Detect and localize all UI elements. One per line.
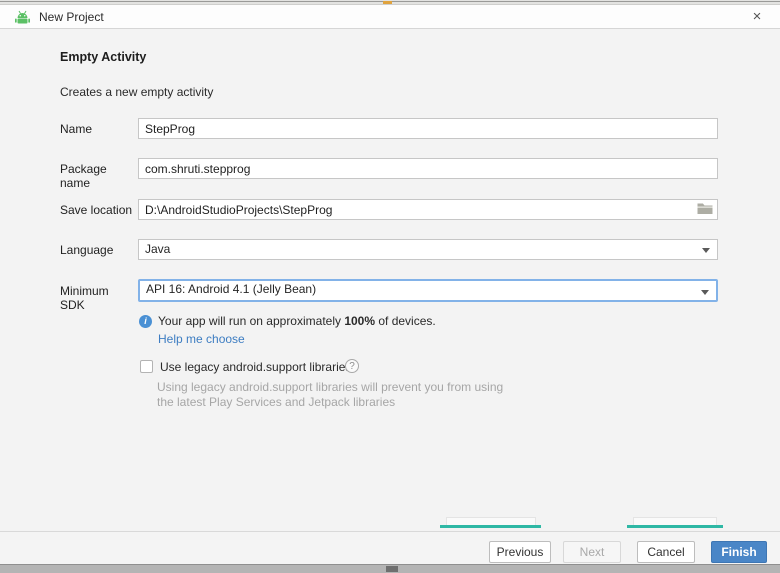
next-button[interactable]: Next <box>563 541 621 563</box>
info-icon: i <box>139 315 152 328</box>
chevron-down-icon <box>702 248 710 253</box>
finish-button[interactable]: Finish <box>711 541 767 563</box>
device-coverage-percent: 100% <box>344 314 376 328</box>
language-label: Language <box>60 243 114 257</box>
activity-title: Empty Activity <box>60 50 147 64</box>
legacy-help-text-line1: Using legacy android.support libraries w… <box>157 380 504 394</box>
close-icon[interactable]: × <box>747 7 767 27</box>
background-taskbar-mark <box>386 566 398 572</box>
package-name-label: Package name <box>60 162 107 190</box>
save-location-input[interactable] <box>138 199 718 220</box>
teal-artifact-bar <box>440 525 541 528</box>
save-location-label: Save location <box>60 203 133 217</box>
package-name-input[interactable] <box>138 158 718 179</box>
legacy-libraries-checkbox[interactable] <box>140 360 153 373</box>
cancel-button[interactable]: Cancel <box>637 541 695 563</box>
previous-button[interactable]: Previous <box>489 541 551 563</box>
folder-browse-icon[interactable] <box>697 202 713 215</box>
legacy-help-text-line2: the latest Play Services and Jetpack lib… <box>157 395 396 409</box>
chevron-down-icon <box>701 290 709 295</box>
name-label: Name <box>60 122 93 136</box>
save-location-field-wrap <box>138 199 718 220</box>
device-coverage-text-after: of devices. <box>375 314 436 328</box>
minimum-sdk-value: API 16: Android 4.1 (Jelly Bean) <box>146 282 317 296</box>
minimum-sdk-dropdown[interactable]: API 16: Android 4.1 (Jelly Bean) <box>138 279 718 302</box>
device-coverage-text-before: Your app will run on approximately <box>158 314 345 328</box>
device-coverage-text: Your app will run on approximately 100% … <box>158 314 436 328</box>
dialog-footer: Previous Next Cancel Finish <box>0 531 780 564</box>
new-project-dialog: New Project × Empty Activity Creates a n… <box>0 0 780 573</box>
language-dropdown[interactable]: Java <box>138 239 718 260</box>
language-value: Java <box>145 242 171 256</box>
help-me-choose-link[interactable]: Help me choose <box>158 332 245 346</box>
android-icon <box>15 10 30 24</box>
background-orange-speck <box>383 1 392 4</box>
teal-artifact-bar <box>627 525 723 528</box>
activity-subtitle: Creates a new empty activity <box>60 85 214 99</box>
minimum-sdk-label: Minimum SDK <box>60 284 109 312</box>
window-title: New Project <box>39 10 104 24</box>
help-question-icon[interactable]: ? <box>345 359 359 373</box>
legacy-libraries-label: Use legacy android.support libraries <box>160 360 352 374</box>
title-bar: New Project × <box>0 5 780 29</box>
background-bottom-sliver <box>0 564 780 573</box>
name-input[interactable] <box>138 118 718 139</box>
